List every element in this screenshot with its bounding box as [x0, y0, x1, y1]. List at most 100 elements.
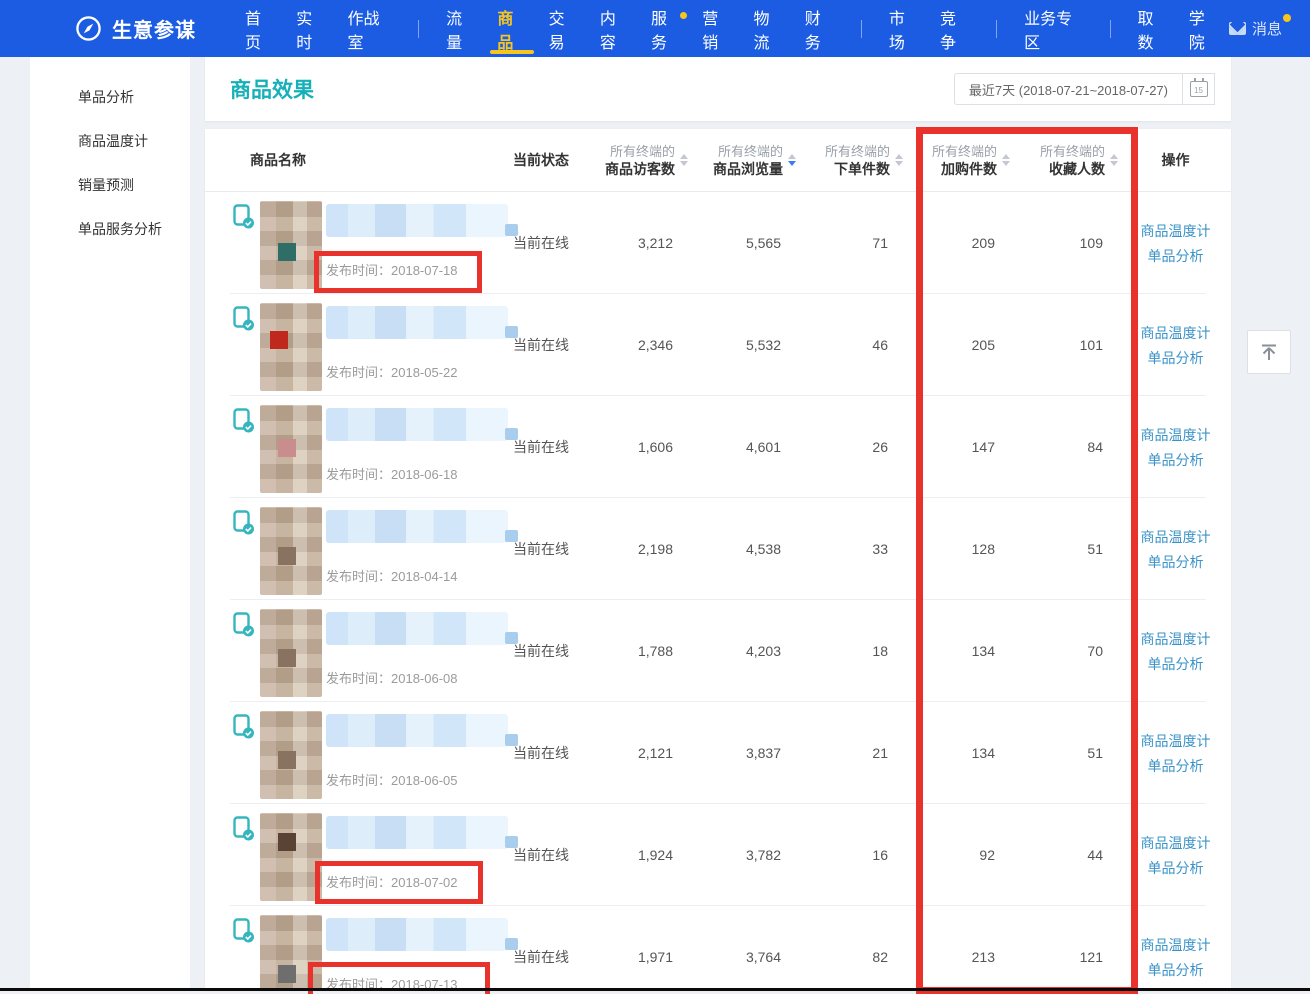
nav-item-data-fetch[interactable]: 取数 — [1138, 0, 1167, 57]
product-thermometer-link[interactable]: 商品温度计 — [1141, 222, 1211, 240]
product-cell: 发布时间：2018-07-13 — [230, 906, 510, 990]
actions-cell: 商品温度计 单品分析 — [1120, 834, 1231, 877]
nav-item-business-zone[interactable]: 业务专区 — [1024, 0, 1082, 57]
product-image[interactable] — [260, 813, 322, 901]
column-header-views[interactable]: 所有终端的 商品浏览量 — [690, 143, 798, 178]
nav-item-traffic[interactable]: 流量 — [446, 0, 475, 57]
column-header-favs[interactable]: 所有终端的 收藏人数 — [1012, 143, 1120, 178]
window-bottom-edge — [0, 988, 1310, 991]
product-thermometer-link[interactable]: 商品温度计 — [1141, 426, 1211, 444]
product-image[interactable] — [260, 303, 322, 391]
product-name-blurred[interactable] — [326, 408, 508, 441]
actions-cell: 商品温度计 单品分析 — [1120, 630, 1231, 673]
nav-item-logistics[interactable]: 物流 — [753, 0, 782, 57]
sort-icon-active-desc[interactable] — [788, 154, 796, 166]
page-header: 商品效果 最近7天 (2018-07-21~2018-07-27) 15 — [205, 57, 1231, 121]
orders-cell: 18 — [872, 643, 905, 659]
sidebar: 单品分析商品温度计销量预测单品服务分析 — [30, 57, 190, 990]
column-header-orders[interactable]: 所有终端的 下单件数 — [798, 143, 905, 178]
product-image[interactable] — [260, 711, 322, 799]
product-name-blurred[interactable] — [326, 510, 508, 543]
envelope-icon — [1229, 22, 1246, 35]
nav-item-contents[interactable]: 内容 — [600, 0, 629, 57]
product-thermometer-link[interactable]: 商品温度计 — [1141, 630, 1211, 648]
column-header-name: 商品名称 — [230, 150, 510, 170]
product-name-blurred[interactable] — [326, 204, 508, 237]
product-thermometer-link[interactable]: 商品温度计 — [1141, 528, 1211, 546]
item-analysis-link[interactable]: 单品分析 — [1148, 859, 1204, 877]
favs-cell: 109 — [1080, 235, 1120, 251]
carts-cell: 213 — [972, 949, 1012, 965]
product-thermometer-link[interactable]: 商品温度计 — [1141, 732, 1211, 750]
table-row: 发布时间：2018-04-14 当前在线 2,198 4,538 33 128 … — [205, 498, 1231, 600]
sidebar-item-product-thermometer[interactable]: 商品温度计 — [30, 119, 190, 163]
sidebar-item-sales-forecast[interactable]: 销量预测 — [30, 163, 190, 207]
item-analysis-link[interactable]: 单品分析 — [1148, 247, 1204, 265]
calendar-button[interactable]: 15 — [1183, 73, 1215, 105]
item-analysis-link[interactable]: 单品分析 — [1148, 757, 1204, 775]
publish-time: 发布时间：2018-07-02 — [326, 872, 510, 891]
nav-item-war-room[interactable]: 作战室 — [347, 0, 391, 57]
brand-name: 生意参谋 — [112, 14, 196, 43]
phone-online-icon — [233, 510, 255, 536]
visitors-cell: 2,121 — [638, 745, 690, 761]
product-cell: 发布时间：2018-06-18 — [230, 396, 510, 498]
sort-icon[interactable] — [680, 154, 688, 166]
nav-item-home[interactable]: 首页 — [245, 0, 274, 57]
carts-cell: 92 — [979, 847, 1012, 863]
nav-item-trade[interactable]: 交易 — [549, 0, 578, 57]
orders-cell: 33 — [872, 541, 905, 557]
sort-icon[interactable] — [1002, 154, 1010, 166]
product-name-blurred[interactable] — [326, 612, 508, 645]
product-thermometer-link[interactable]: 商品温度计 — [1141, 324, 1211, 342]
item-analysis-link[interactable]: 单品分析 — [1148, 961, 1204, 979]
views-cell: 4,538 — [746, 541, 798, 557]
date-range-button[interactable]: 最近7天 (2018-07-21~2018-07-27) — [954, 73, 1183, 105]
product-image[interactable] — [260, 507, 322, 595]
nav-item-finance[interactable]: 财务 — [805, 0, 834, 57]
item-analysis-link[interactable]: 单品分析 — [1148, 553, 1204, 571]
sort-icon[interactable] — [895, 154, 903, 166]
actions-cell: 商品温度计 单品分析 — [1120, 426, 1231, 469]
product-image[interactable] — [260, 915, 322, 990]
visitors-cell: 1,924 — [638, 847, 690, 863]
product-cell: 发布时间：2018-07-02 — [230, 804, 510, 906]
nav-item-realtime[interactable]: 实时 — [296, 0, 325, 57]
nav-item-product[interactable]: 商品 — [497, 0, 526, 57]
item-analysis-link[interactable]: 单品分析 — [1148, 451, 1204, 469]
phone-online-icon — [233, 204, 255, 230]
back-to-top-button[interactable] — [1247, 330, 1291, 374]
nav-item-market[interactable]: 市场 — [889, 0, 918, 57]
carts-cell: 134 — [972, 745, 1012, 761]
views-cell: 4,203 — [746, 643, 798, 659]
product-image[interactable] — [260, 201, 322, 289]
column-header-carts[interactable]: 所有终端的 加购件数 — [905, 143, 1012, 178]
nav-item-marketing[interactable]: 营销 — [702, 0, 731, 57]
nav-item-competition[interactable]: 竞争 — [940, 0, 969, 57]
brand[interactable]: 生意参谋 — [75, 14, 196, 43]
views-cell: 3,837 — [746, 745, 798, 761]
messages-label: 消息 — [1252, 18, 1282, 39]
sort-icon[interactable] — [1110, 154, 1118, 166]
product-image[interactable] — [260, 609, 322, 697]
product-image[interactable] — [260, 405, 322, 493]
phone-online-icon — [233, 918, 255, 944]
nav-item-academy[interactable]: 学院 — [1189, 0, 1218, 57]
product-name-blurred[interactable] — [326, 714, 508, 747]
product-thermometer-link[interactable]: 商品温度计 — [1141, 936, 1211, 954]
product-thermometer-link[interactable]: 商品温度计 — [1141, 834, 1211, 852]
messages-button[interactable]: 消息 — [1229, 18, 1282, 39]
product-name-blurred[interactable] — [326, 306, 508, 339]
product-name-blurred[interactable] — [326, 816, 508, 849]
nav-item-service[interactable]: 服务 — [651, 0, 680, 57]
sidebar-item-item-service-analysis[interactable]: 单品服务分析 — [30, 207, 190, 251]
item-analysis-link[interactable]: 单品分析 — [1148, 655, 1204, 673]
phone-online-icon — [233, 714, 255, 740]
product-name-blurred[interactable] — [326, 918, 508, 951]
column-header-visitors[interactable]: 所有终端的 商品访客数 — [590, 143, 690, 178]
sidebar-item-item-analysis[interactable]: 单品分析 — [30, 75, 190, 119]
phone-online-icon — [233, 306, 255, 332]
visitors-cell: 1,788 — [638, 643, 690, 659]
item-analysis-link[interactable]: 单品分析 — [1148, 349, 1204, 367]
orders-cell: 16 — [872, 847, 905, 863]
